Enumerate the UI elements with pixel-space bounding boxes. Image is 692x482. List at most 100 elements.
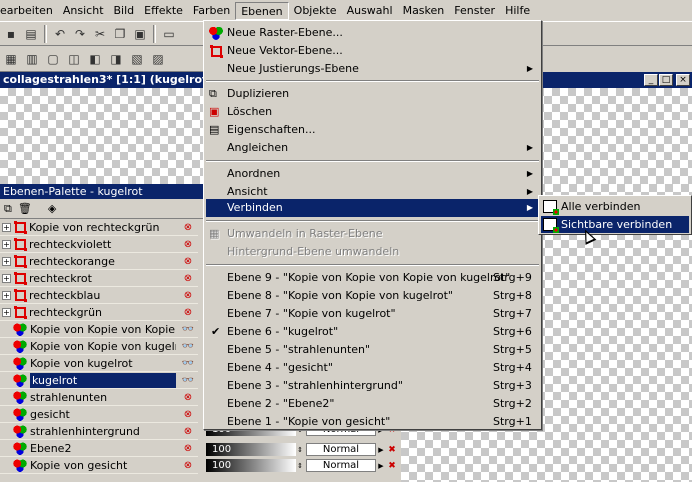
menu-bearbeiten[interactable]: earbeiten bbox=[0, 2, 58, 20]
visibility-off-icon[interactable]: ⊗ bbox=[180, 460, 196, 471]
visibility-off-icon[interactable]: ⊗ bbox=[180, 392, 196, 403]
menu-item-match[interactable]: Angleichen ▶ bbox=[206, 139, 539, 157]
menu-masken[interactable]: Masken bbox=[398, 2, 450, 20]
layer-row[interactable]: + rechteckblau ⊗ bbox=[0, 287, 198, 304]
visibility-on-icon[interactable]: 👓 bbox=[180, 324, 196, 335]
menu-item-new-vector-layer[interactable]: Neue Vektor-Ebene... bbox=[206, 42, 539, 60]
layer-row[interactable]: Kopie von kugelrot 👓 bbox=[0, 355, 198, 372]
menu-hilfe[interactable]: Hilfe bbox=[500, 2, 535, 20]
cut-icon[interactable]: ✂ bbox=[91, 25, 109, 43]
layer-row[interactable]: + Kopie von rechteckgrün ⊗ bbox=[0, 219, 198, 236]
menu-item-select-layer[interactable]: Ebene 7 - "Kopie von kugelrot" Strg+7 bbox=[206, 305, 539, 323]
minimize-button[interactable]: _ bbox=[644, 74, 658, 86]
layer-row[interactable]: Kopie von gesicht ⊗ bbox=[0, 457, 198, 474]
lock-icon[interactable]: ✖ bbox=[386, 445, 398, 455]
menu-item-new-raster-layer[interactable]: Neue Raster-Ebene... bbox=[206, 24, 539, 42]
menu-objekte[interactable]: Objekte bbox=[289, 2, 342, 20]
menu-item-select-layer[interactable]: Ebene 9 - "Kopie von Kopie von Kopie von… bbox=[206, 269, 539, 287]
lock-icon[interactable]: ✖ bbox=[386, 461, 398, 471]
layer-row[interactable]: gesicht ⊗ bbox=[0, 406, 198, 423]
visibility-off-icon[interactable]: ⊗ bbox=[180, 409, 196, 420]
visibility-off-icon[interactable]: ⊗ bbox=[180, 256, 196, 267]
copy-icon[interactable]: ❐ bbox=[111, 25, 129, 43]
panel-icon[interactable]: ▥ bbox=[23, 50, 41, 68]
delete-layer-icon[interactable]: 🗑 bbox=[18, 202, 32, 215]
menu-item-select-layer[interactable]: Ebene 2 - "Ebene2" Strg+2 bbox=[206, 395, 539, 413]
menu-item-convert-to-raster[interactable]: ▦ Umwandeln in Raster-Ebene bbox=[206, 225, 539, 243]
visibility-off-icon[interactable]: ⊗ bbox=[180, 307, 196, 318]
menu-ansicht[interactable]: Ansicht bbox=[58, 2, 109, 20]
visibility-off-icon[interactable]: ⊗ bbox=[180, 426, 196, 437]
expand-toggle[interactable]: + bbox=[2, 290, 11, 300]
menu-item-select-layer[interactable]: Ebene 8 - "Kopie von Kopie von kugelrot"… bbox=[206, 287, 539, 305]
mask-icon[interactable]: ◈ bbox=[48, 202, 56, 215]
redo-icon[interactable]: ↷ bbox=[71, 25, 89, 43]
expand-toggle[interactable]: + bbox=[2, 256, 11, 266]
overview-icon[interactable]: ▧ bbox=[128, 50, 146, 68]
layer-row[interactable]: Ebene2 ⊗ bbox=[0, 440, 198, 457]
menu-item-select-layer[interactable]: Ebene 4 - "gesicht" Strg+4 bbox=[206, 359, 539, 377]
new-layer-icon[interactable]: ⧉ bbox=[4, 202, 12, 216]
visibility-off-icon[interactable]: ⊗ bbox=[180, 273, 196, 284]
layers-icon[interactable]: ◧ bbox=[86, 50, 104, 68]
monitor-icon[interactable]: ▭ bbox=[160, 25, 178, 43]
close-button[interactable]: × bbox=[676, 74, 690, 86]
menu-item-merge[interactable]: Verbinden ▶ bbox=[206, 199, 539, 217]
expand-toggle[interactable]: + bbox=[2, 307, 11, 317]
visibility-on-icon[interactable]: 👓 bbox=[180, 375, 196, 386]
layer-row[interactable]: + rechteckrot ⊗ bbox=[0, 270, 198, 287]
expand-toggle[interactable]: + bbox=[2, 222, 11, 232]
blend-dropdown-arrow-icon[interactable]: ▶ bbox=[376, 462, 386, 470]
menu-item-delete[interactable]: ▣ Löschen bbox=[206, 103, 539, 121]
menu-item-select-layer[interactable]: Ebene 5 - "strahlenunten" Strg+5 bbox=[206, 341, 539, 359]
opacity-spinner[interactable]: ⇕ bbox=[296, 446, 304, 454]
menu-item-select-layer[interactable]: ✔ Ebene 6 - "kugelrot" Strg+6 bbox=[206, 323, 539, 341]
layer-row[interactable]: strahlenhintergrund ⊗ bbox=[0, 423, 198, 440]
palette-icon[interactable]: ▨ bbox=[149, 50, 167, 68]
menu-item-merge-visible[interactable]: Sichtbare verbinden bbox=[541, 216, 689, 233]
browse-icon[interactable]: ◫ bbox=[65, 50, 83, 68]
layer-row[interactable]: kugelrot 👓 bbox=[0, 372, 198, 389]
visibility-off-icon[interactable]: ⊗ bbox=[180, 443, 196, 454]
menu-item-merge-all[interactable]: Alle verbinden (glätten) bbox=[541, 198, 689, 230]
menu-bild[interactable]: Bild bbox=[109, 2, 140, 20]
doc-icon[interactable]: ▢ bbox=[44, 50, 62, 68]
menu-item-new-adjustment-layer[interactable]: Neue Justierungs-Ebene ▶ bbox=[206, 60, 539, 78]
opacity-bar[interactable]: 100 bbox=[206, 443, 296, 456]
menu-item-convert-background[interactable]: Hintergrund-Ebene umwandeln bbox=[206, 243, 539, 261]
menu-auswahl[interactable]: Auswahl bbox=[342, 2, 398, 20]
blend-dropdown-arrow-icon[interactable]: ▶ bbox=[376, 446, 386, 454]
layer-row[interactable]: strahlenunten ⊗ bbox=[0, 389, 198, 406]
undo-icon[interactable]: ↶ bbox=[51, 25, 69, 43]
layer-row[interactable]: Kopie von Kopie von Kopie vo... 👓 bbox=[0, 321, 198, 338]
layer-row[interactable]: Kopie von Kopie von kugelrot 👓 bbox=[0, 338, 198, 355]
visibility-on-icon[interactable]: 👓 bbox=[180, 358, 196, 369]
print-icon[interactable]: ▤ bbox=[22, 25, 40, 43]
paste-icon[interactable]: ▣ bbox=[131, 25, 149, 43]
layer-row[interactable]: + rechteckorange ⊗ bbox=[0, 253, 198, 270]
visibility-on-icon[interactable]: 👓 bbox=[180, 341, 196, 352]
opacity-bar[interactable]: 100 bbox=[206, 459, 296, 472]
menu-fenster[interactable]: Fenster bbox=[449, 2, 500, 20]
menu-item-select-layer[interactable]: Ebene 3 - "strahlenhintergrund" Strg+3 bbox=[206, 377, 539, 395]
menu-item-duplicate[interactable]: ⧉ Duplizieren bbox=[206, 85, 539, 103]
layer-row[interactable]: + rechteckgrün ⊗ bbox=[0, 304, 198, 321]
menu-item-properties[interactable]: ▤ Eigenschaften... bbox=[206, 121, 539, 139]
maximize-button[interactable]: □ bbox=[659, 74, 673, 86]
blend-mode-select[interactable]: Normal bbox=[306, 459, 376, 472]
layers-palette-title[interactable]: Ebenen-Palette - kugelrot bbox=[0, 184, 203, 199]
expand-toggle[interactable]: + bbox=[2, 273, 11, 283]
menu-ebenen[interactable]: Ebenen bbox=[235, 1, 289, 20]
menu-farben[interactable]: Farben bbox=[188, 2, 235, 20]
grid-icon[interactable]: ▦ bbox=[2, 50, 20, 68]
blend-mode-select[interactable]: Normal bbox=[306, 443, 376, 456]
visibility-off-icon[interactable]: ⊗ bbox=[180, 290, 196, 301]
visibility-off-icon[interactable]: ⊗ bbox=[180, 222, 196, 233]
opacity-spinner[interactable]: ⇕ bbox=[296, 462, 304, 470]
menu-item-select-layer[interactable]: Ebene 1 - "Kopie von gesicht" Strg+1 bbox=[206, 413, 539, 431]
menu-effekte[interactable]: Effekte bbox=[139, 2, 188, 20]
expand-toggle[interactable]: + bbox=[2, 239, 11, 249]
layer-row[interactable]: + rechteckviolett ⊗ bbox=[0, 236, 198, 253]
save-icon[interactable]: ▪ bbox=[2, 25, 20, 43]
menu-item-arrange[interactable]: Anordnen ▶ bbox=[206, 165, 539, 183]
